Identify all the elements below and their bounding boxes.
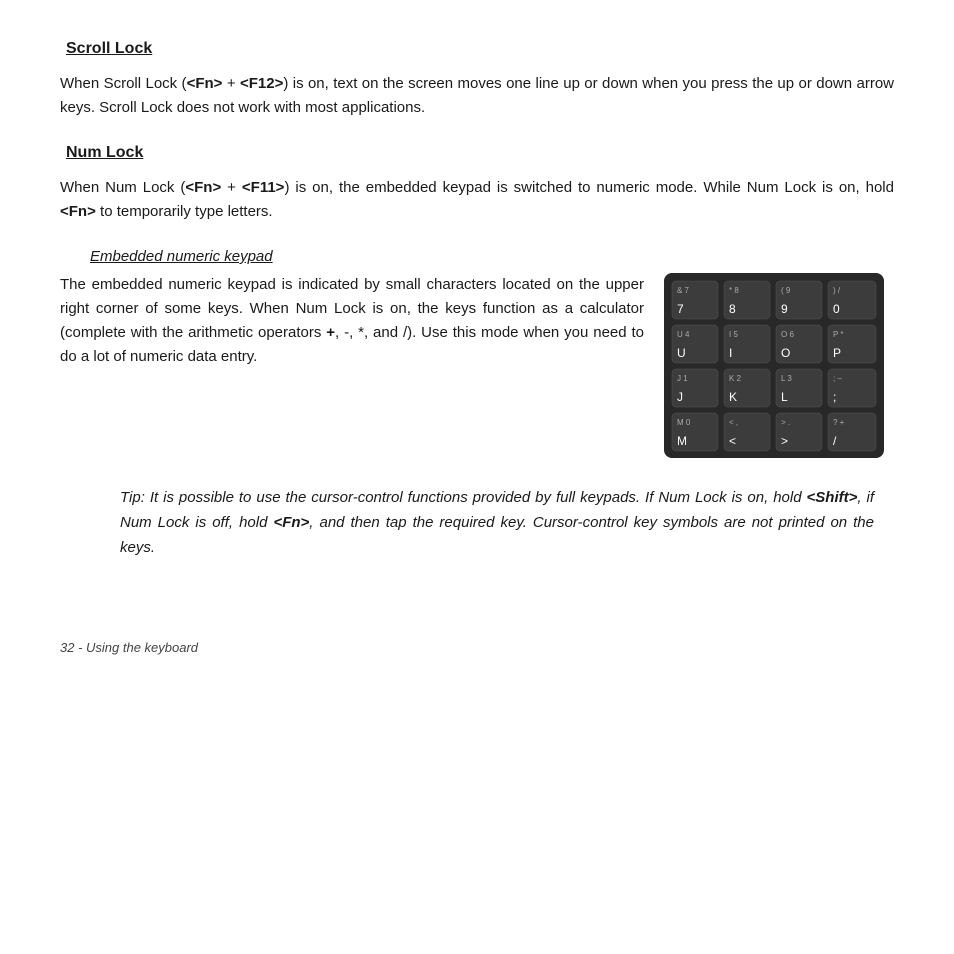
svg-text:< ,: < , bbox=[729, 418, 738, 427]
svg-text:I: I bbox=[729, 346, 732, 360]
svg-text:7: 7 bbox=[677, 302, 684, 316]
svg-text:P *: P * bbox=[833, 330, 844, 339]
svg-text:J 1: J 1 bbox=[677, 374, 688, 383]
svg-text:K: K bbox=[729, 390, 737, 404]
svg-text:& 7: & 7 bbox=[677, 286, 690, 295]
num-lock-paragraph: When Num Lock (<Fn> + <F11>) is on, the … bbox=[60, 176, 894, 224]
svg-text:<: < bbox=[729, 434, 736, 448]
num-lock-section: Num Lock When Num Lock (<Fn> + <F11>) is… bbox=[60, 144, 894, 224]
svg-text:M: M bbox=[677, 434, 687, 448]
svg-text:U: U bbox=[677, 346, 686, 360]
svg-text:P: P bbox=[833, 346, 841, 360]
svg-text:L 3: L 3 bbox=[781, 374, 792, 383]
tip-text: Tip: It is possible to use the cursor-co… bbox=[120, 489, 874, 556]
footer-text: 32 - Using the keyboard bbox=[60, 640, 198, 655]
svg-text:O 6: O 6 bbox=[781, 330, 794, 339]
embedded-content: The embedded numeric keypad is indicated… bbox=[60, 273, 894, 462]
keypad-svg: & 7 7 * 8 8 ( 9 9 ) / 0 bbox=[664, 273, 884, 458]
num-lock-heading: Num Lock bbox=[60, 144, 894, 162]
scroll-lock-heading: Scroll Lock bbox=[60, 40, 894, 58]
svg-text:O: O bbox=[781, 346, 790, 360]
scroll-lock-section: Scroll Lock When Scroll Lock (<Fn> + <F1… bbox=[60, 40, 894, 120]
svg-text:I 5: I 5 bbox=[729, 330, 738, 339]
page-content: Scroll Lock When Scroll Lock (<Fn> + <F1… bbox=[0, 0, 954, 695]
tip-block: Tip: It is possible to use the cursor-co… bbox=[60, 486, 894, 560]
svg-text:0: 0 bbox=[833, 302, 840, 316]
svg-text:J: J bbox=[677, 390, 683, 404]
page-footer: 32 - Using the keyboard bbox=[60, 640, 894, 655]
svg-text:U 4: U 4 bbox=[677, 330, 690, 339]
embedded-text: The embedded numeric keypad is indicated… bbox=[60, 273, 644, 369]
svg-text:> .: > . bbox=[781, 418, 790, 427]
svg-text:L: L bbox=[781, 390, 788, 404]
svg-text:>: > bbox=[781, 434, 788, 448]
embedded-subheading: Embedded numeric keypad bbox=[60, 248, 894, 265]
embedded-section: Embedded numeric keypad The embedded num… bbox=[60, 248, 894, 462]
svg-text:K 2: K 2 bbox=[729, 374, 742, 383]
svg-text:;: ; bbox=[833, 390, 836, 404]
svg-text:8: 8 bbox=[729, 302, 736, 316]
svg-text:( 9: ( 9 bbox=[781, 286, 791, 295]
svg-text:) /: ) / bbox=[833, 286, 841, 295]
svg-text:; –: ; – bbox=[833, 374, 842, 383]
keypad-image: & 7 7 * 8 8 ( 9 9 ) / 0 bbox=[664, 273, 894, 462]
svg-text:M 0: M 0 bbox=[677, 418, 691, 427]
svg-text:? +: ? + bbox=[833, 418, 845, 427]
svg-text:9: 9 bbox=[781, 302, 788, 316]
svg-text:* 8: * 8 bbox=[729, 286, 739, 295]
scroll-lock-paragraph: When Scroll Lock (<Fn> + <F12>) is on, t… bbox=[60, 72, 894, 120]
